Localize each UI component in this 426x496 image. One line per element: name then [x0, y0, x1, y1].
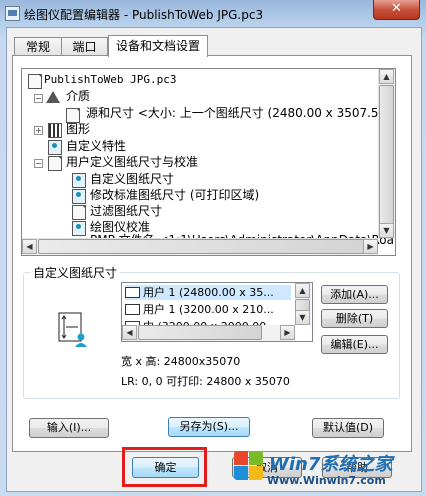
group-title: 自定义图纸尺寸: [30, 264, 121, 281]
tree-horizontal-scrollbar[interactable]: ◀ ▶: [22, 238, 378, 255]
custom-size-icon: [72, 173, 86, 188]
defaults-button[interactable]: 默认值(D): [312, 418, 384, 438]
scroll-thumb[interactable]: [38, 239, 364, 254]
list-item[interactable]: 用户 1 (24800.00 x 35...: [125, 285, 291, 300]
calibration-icon: [72, 221, 86, 236]
media-icon: [46, 91, 60, 103]
collapse-icon[interactable]: −: [34, 94, 43, 103]
tree-item-graphics[interactable]: 图形: [66, 121, 90, 137]
scroll-right-icon[interactable]: ▶: [363, 239, 378, 254]
pc3-file-icon: [28, 74, 42, 89]
paper-icon: [125, 287, 140, 298]
expand-icon[interactable]: +: [34, 126, 43, 135]
custom-properties-icon: [48, 140, 62, 155]
user-sizes-icon: [48, 156, 62, 171]
delete-button[interactable]: 删除(T): [321, 309, 388, 328]
tab-general[interactable]: 常规: [14, 37, 62, 56]
scroll-down-icon[interactable]: ▼: [295, 310, 310, 325]
close-button[interactable]: ✕: [373, 0, 420, 20]
filter-size-icon: [72, 205, 86, 220]
tree-item-custom-size[interactable]: 自定义图纸尺寸: [90, 171, 174, 187]
highlight-box: [122, 447, 207, 487]
tree-item-source-size[interactable]: 源和尺寸 <大小: 上一个图纸尺寸 (2480.00 x 3507.5: [86, 105, 379, 121]
graphics-icon: [48, 123, 62, 138]
list-item[interactable]: 用户 1 (3200.00 x 210...: [125, 302, 274, 317]
save-as-button[interactable]: 另存为(S)...: [168, 417, 250, 437]
tree-item-media[interactable]: 介质: [66, 88, 90, 104]
tree-item-modify-size[interactable]: 修改标准图纸尺寸 (可打印区域): [90, 187, 259, 203]
scroll-thumb[interactable]: [138, 325, 262, 340]
tab-port[interactable]: 端口: [61, 37, 108, 56]
paper-icon: [125, 304, 140, 315]
list-horizontal-scrollbar[interactable]: ◀ ▶: [122, 325, 295, 341]
close-icon: ✕: [391, 1, 402, 16]
size-info: 宽 x 高: 24800x35070: [121, 355, 241, 368]
settings-tree[interactable]: PublishToWeb JPG.pc3 − 介质 源和尺寸 <大小: 上一个图…: [21, 68, 396, 256]
scroll-left-icon[interactable]: ◀: [122, 325, 137, 340]
tab-device-settings[interactable]: 设备和文档设置: [108, 35, 208, 57]
scroll-down-icon[interactable]: ▼: [379, 223, 394, 238]
scroll-thumb[interactable]: [379, 85, 394, 225]
watermark: Win7系统之家 Www.Winwin7.com: [233, 448, 423, 490]
scroll-up-icon[interactable]: ▲: [379, 69, 394, 84]
scroll-up-icon[interactable]: ▲: [295, 283, 310, 298]
tree-item-user-sizes[interactable]: 用户定义图纸尺寸与校准: [66, 154, 198, 170]
tree-item-filter-size[interactable]: 过滤图纸尺寸: [90, 203, 162, 219]
watermark-url: Www.Winwin7.com: [267, 474, 386, 487]
tree-item-custom-properties[interactable]: 自定义特性: [66, 138, 126, 154]
title-bar[interactable]: 绘图仪配置编辑器 - PublishToWeb JPG.pc3 ✕: [0, 0, 426, 26]
printable-info: LR: 0, 0 可打印: 24800 x 35070: [121, 375, 290, 388]
app-icon: [5, 6, 20, 21]
modify-size-icon: [72, 189, 86, 204]
scroll-left-icon[interactable]: ◀: [22, 239, 37, 254]
tree-vertical-scrollbar[interactable]: ▲ ▼: [378, 69, 395, 238]
custom-sizes-list[interactable]: 用户 1 (24800.00 x 35... 用户 1 (3200.00 x 2…: [121, 282, 313, 342]
add-button[interactable]: 添加(A)...: [321, 285, 388, 304]
list-vertical-scrollbar[interactable]: ▲ ▼: [295, 283, 311, 325]
edit-button[interactable]: 编辑(E)...: [321, 335, 388, 354]
watermark-brand: Win7系统之家: [269, 454, 393, 475]
tree-root[interactable]: PublishToWeb JPG.pc3: [44, 72, 176, 88]
paper-size-icon: [58, 312, 87, 347]
import-button[interactable]: 输入(I)...: [29, 418, 109, 438]
collapse-icon[interactable]: −: [34, 159, 43, 168]
scroll-right-icon[interactable]: ▶: [280, 325, 295, 340]
windows-logo-icon: [233, 450, 265, 482]
window-title: 绘图仪配置编辑器 - PublishToWeb JPG.pc3: [24, 8, 264, 22]
